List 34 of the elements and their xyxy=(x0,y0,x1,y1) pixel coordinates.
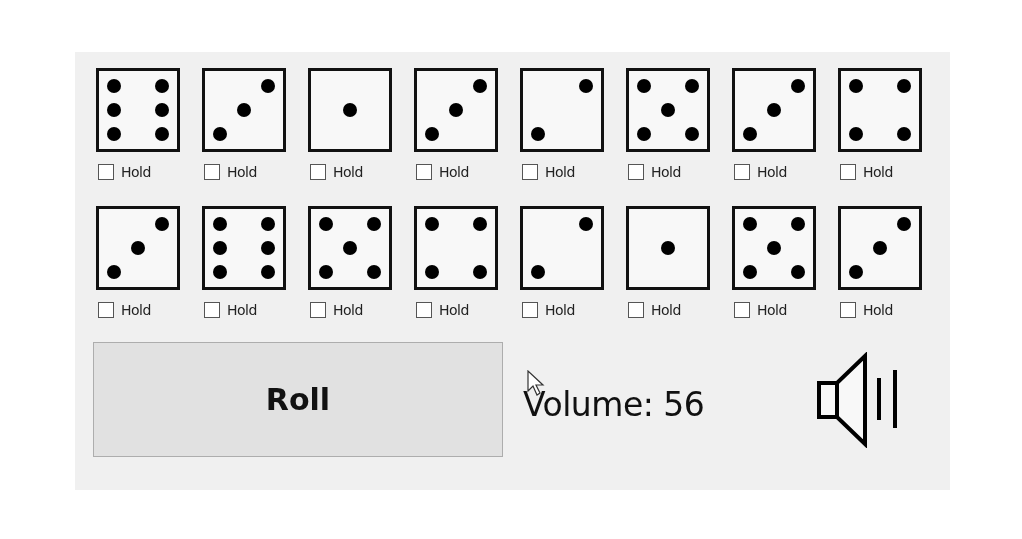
hold-label: Hold xyxy=(333,302,363,318)
hold-checkbox[interactable] xyxy=(840,164,856,180)
hold-label: Hold xyxy=(121,302,151,318)
hold-checkbox[interactable] xyxy=(204,164,220,180)
hold-checkbox[interactable] xyxy=(840,302,856,318)
hold-label: Hold xyxy=(121,164,151,180)
hold-label: Hold xyxy=(227,302,257,318)
hold-checkbox[interactable] xyxy=(98,164,114,180)
volume-label: Volume: 56 xyxy=(523,388,705,421)
hold-label: Hold xyxy=(863,302,893,318)
hold-checkbox[interactable] xyxy=(628,164,644,180)
hold-label: Hold xyxy=(439,302,469,318)
hold-checkbox[interactable] xyxy=(98,302,114,318)
hold-checkbox[interactable] xyxy=(416,302,432,318)
hold-label: Hold xyxy=(439,164,469,180)
hold-label: Hold xyxy=(333,164,363,180)
hold-checkbox[interactable] xyxy=(204,302,220,318)
hold-checkbox[interactable] xyxy=(416,164,432,180)
hold-label: Hold xyxy=(757,302,787,318)
hold-checkbox[interactable] xyxy=(522,302,538,318)
hold-label: Hold xyxy=(863,164,893,180)
hold-label: Hold xyxy=(227,164,257,180)
roll-button[interactable]: Roll xyxy=(93,342,503,457)
hold-checkbox[interactable] xyxy=(734,302,750,318)
hold-checkbox[interactable] xyxy=(734,164,750,180)
hold-checkbox[interactable] xyxy=(628,302,644,318)
hold-label: Hold xyxy=(651,164,681,180)
hold-checkbox[interactable] xyxy=(310,164,326,180)
hold-label: Hold xyxy=(651,302,681,318)
hold-label: Hold xyxy=(757,164,787,180)
hold-label: Hold xyxy=(545,164,575,180)
hold-checkbox[interactable] xyxy=(522,164,538,180)
hold-checkbox[interactable] xyxy=(310,302,326,318)
hold-label: Hold xyxy=(545,302,575,318)
